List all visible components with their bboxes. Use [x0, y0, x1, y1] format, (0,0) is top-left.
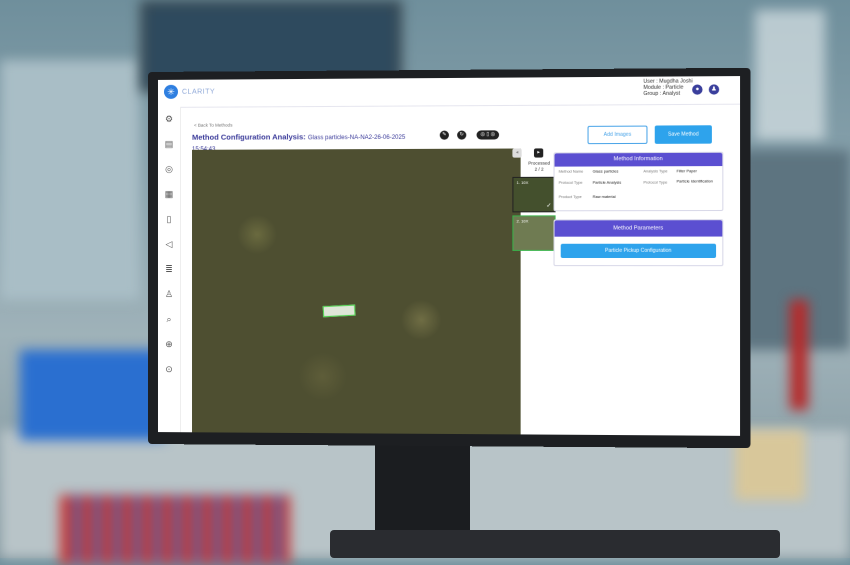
page-title-detail: Glass particles-NA-NA2-26-06-2025 — [308, 135, 405, 141]
list-icon[interactable]: ≣ — [163, 263, 175, 275]
analysis-type-label: Analysis Type — [643, 169, 667, 174]
selected-particle[interactable] — [323, 305, 356, 318]
edit-icon[interactable]: ✎ — [440, 131, 449, 140]
thumbnail-label: 2. 10X — [517, 218, 529, 223]
report-icon[interactable]: ▦ — [163, 188, 175, 200]
method-name-label: Method Name — [559, 170, 584, 175]
checkmark-icon: ✓ — [546, 202, 551, 209]
search-icon[interactable]: ⌕ — [163, 313, 175, 325]
method-name-value: Glass particles — [593, 169, 619, 174]
add-images-button[interactable]: Add Images — [588, 126, 648, 145]
thumbnail-1[interactable]: 1. 10X ✓ — [512, 177, 555, 213]
processed-count: 2 / 2 — [525, 167, 554, 173]
background-red-tube — [790, 300, 808, 410]
dashboard-icon[interactable]: ⚙ — [163, 113, 175, 125]
product-type-label: Product Type — [559, 195, 582, 200]
top-bar: ✳ CLARITY User : Mugdha Joshi Module : P… — [158, 76, 740, 108]
zoom-icon[interactable]: ⊕ — [163, 338, 175, 350]
app-screen: ✳ CLARITY User : Mugdha Joshi Module : P… — [158, 76, 740, 436]
background-test-tubes — [60, 495, 290, 565]
prev-thumbnail-button[interactable]: ◂ — [512, 148, 521, 157]
background-window — [0, 60, 140, 300]
person-icon[interactable]: ♙ — [163, 288, 175, 300]
app-logo[interactable]: ✳ CLARITY — [164, 85, 215, 99]
left-sidebar: ⚙ ▤ ◎ ▦ ▯ ◁ ≣ ♙ ⌕ ⊕ ⊙ — [158, 107, 181, 432]
back-to-methods-link[interactable]: < Back To Methods — [194, 123, 232, 128]
page-title-label: Method Configuration Analysis: — [192, 132, 306, 142]
file-icon[interactable]: ▯ — [163, 213, 175, 225]
protocol-type-2-label: Protocol Type — [643, 181, 667, 186]
microscope-image[interactable] — [192, 148, 521, 434]
user-group: Group : Analyst — [643, 91, 692, 97]
method-information-panel: Method Information Method Name Glass par… — [554, 152, 724, 212]
protocol-type-label: Protocol Type — [559, 181, 583, 186]
method-parameters-panel: Method Parameters Particle Pickup Config… — [554, 219, 724, 266]
speaker-icon[interactable]: ◁ — [163, 238, 175, 250]
protocol-type-2-value: Particle Identification — [677, 179, 714, 184]
user-info: User : Mugdha Joshi Module : Particle Gr… — [643, 78, 692, 97]
user-avatar-icon[interactable]: ♟ — [709, 84, 719, 94]
settings-circle-icon[interactable]: ⊙ — [163, 363, 175, 375]
particle-pickup-configuration-button[interactable]: Particle Pickup Configuration — [561, 244, 716, 258]
target-icon[interactable]: ◎ — [163, 163, 175, 175]
view-toggle[interactable]: ◎ ▯ ◎ — [477, 130, 500, 139]
document-icon[interactable]: ▤ — [163, 138, 175, 150]
background-flask — [755, 10, 825, 140]
processed-status: Processed 2 / 2 — [525, 161, 554, 173]
method-parameters-header: Method Parameters — [555, 220, 723, 236]
background-tube-rack — [20, 350, 165, 440]
thumbnail-2[interactable]: 2. 10X — [512, 215, 555, 251]
method-information-header: Method Information — [555, 153, 723, 167]
keyboard — [330, 530, 780, 558]
logo-icon: ✳ — [164, 85, 178, 99]
protocol-type-value: Particle Analysis — [593, 181, 622, 186]
notification-icon[interactable]: ● — [692, 84, 702, 94]
next-thumbnail-button[interactable]: ▸ — [534, 148, 543, 157]
refresh-icon[interactable]: ↻ — [457, 130, 466, 139]
brand-name: CLARITY — [182, 88, 215, 95]
monitor-bezel: ✳ CLARITY User : Mugdha Joshi Module : P… — [148, 68, 750, 448]
thumbnail-label: 1. 10X — [517, 180, 529, 185]
analysis-type-value: Filter Paper — [677, 169, 697, 174]
product-type-value: Raw material — [593, 195, 616, 200]
save-method-button[interactable]: Save Method — [655, 125, 712, 144]
